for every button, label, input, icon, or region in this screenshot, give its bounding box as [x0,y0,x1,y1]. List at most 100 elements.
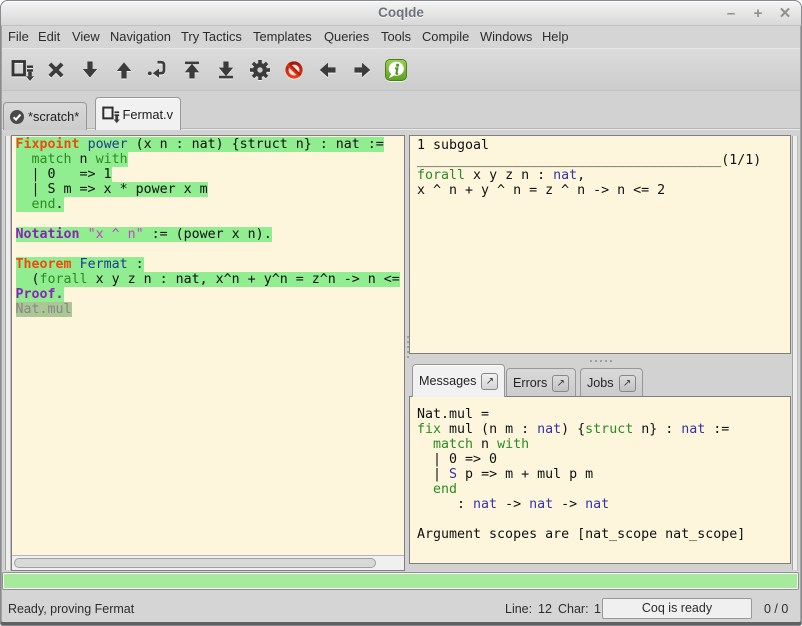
script-hscrollbar-thumb[interactable] [14,558,376,568]
about-button[interactable] [379,52,413,88]
script-pane[interactable]: Fixpoint power (x n : nat) {struct n} : … [11,135,405,571]
go-to-end-button[interactable] [209,52,243,88]
horizontal-splitter[interactable] [590,360,612,362]
toolbar [2,48,800,91]
go-to-start-icon [181,59,203,81]
tab-messages[interactable]: Messages ↗ [412,364,505,397]
line-label: Line: [505,602,532,616]
fully-check-button[interactable] [243,52,277,88]
tab-jobs[interactable]: Jobs ↗ [580,368,643,397]
code-line: | S p => m + mul p m [417,467,790,482]
step-up-icon [113,59,135,81]
code-line: | 0 => 0 [417,452,790,467]
menu-item-navigation[interactable]: Navigation [110,26,171,48]
menu-item-compile[interactable]: Compile [422,26,469,48]
char-value: 1 [594,602,601,616]
arrow-left-icon [317,59,339,81]
menu-item-edit[interactable]: Edit [38,26,60,48]
code-line: : nat -> nat -> nat [417,497,790,512]
code-line: Notation "x ^ n" := (power x n). [16,227,405,242]
goal-pane[interactable]: 1 subgoal_______________________________… [409,135,791,354]
tab-row: *scratch* Fermat.v [2,91,800,130]
tab-scratch[interactable]: *scratch* [3,102,87,130]
code-line: forall x y z n : nat, [417,168,790,183]
info-bubble-icon [384,58,408,82]
code-line: Fixpoint power (x n : nat) {struct n} : … [16,137,405,152]
tab-fermat[interactable]: Fermat.v [95,97,181,130]
tab-label: *scratch* [28,109,79,124]
go-to-cursor-button[interactable] [141,52,175,88]
menu-bar: File Edit View Navigation Try Tactics Templat… [2,26,800,48]
step-down-icon [79,59,101,81]
code-line: (forall x y z n : nat, x^n + y^n = z^n -… [16,272,405,287]
messages-pane[interactable]: Nat.mul =fix mul (n m : nat) {struct n} … [409,396,791,564]
code-line [417,512,790,527]
save-page-icon [101,105,120,124]
menu-item-templates[interactable]: Templates [253,26,312,48]
window-title: CoqIde [1,5,801,20]
code-line: Proof. [16,287,405,302]
tab-errors[interactable]: Errors ↗ [506,368,576,397]
char-label: Char: [558,602,589,616]
tab-label: Fermat.v [123,107,173,122]
code-line: x ^ n + y ^ n = z ^ n -> n <= 2 [417,183,790,198]
maximize-button[interactable]: + [750,6,766,22]
code-line: Nat.mul = [417,407,790,422]
code-line: fix mul (n m : nat) {struct n} : nat := [417,422,790,437]
code-line [16,212,405,227]
close-x-icon [45,59,67,81]
interrupt-button[interactable] [277,52,311,88]
detach-jobs-button[interactable]: ↗ [619,375,636,392]
status-bar: Ready, proving Fermat Line: 12 Char: 1 C… [2,591,800,622]
check-circle-icon [9,109,25,125]
task-counter: 0 / 0 [764,602,788,616]
code-line: Nat.mul [16,302,405,317]
detach-messages-button[interactable]: ↗ [481,373,498,390]
progress-bar [2,572,799,590]
previous-button[interactable] [311,52,345,88]
menu-item-file[interactable]: File [8,26,29,48]
restart-button[interactable] [175,52,209,88]
tab-label: Errors [513,376,547,390]
code-line: ______________________________________(1… [417,153,790,168]
minimize-button[interactable]: – [723,6,739,22]
coqide-window: CoqIde – + ✕ File Edit View Navigation Try T… [0,0,802,626]
detach-errors-button[interactable]: ↗ [552,375,569,392]
code-line: end. [16,197,405,212]
menu-item-windows[interactable]: Windows [480,26,532,48]
code-line: match n with [16,152,405,167]
goto-cursor-icon [147,59,169,81]
next-button[interactable] [345,52,379,88]
tab-label: Jobs [587,376,614,390]
backward-step-button[interactable] [107,52,141,88]
line-value: 12 [538,602,552,616]
right-vscrollbar[interactable] [792,136,798,570]
main-area: Fixpoint power (x n : nat) {struct n} : … [2,130,800,571]
menu-item-try-tactics[interactable]: Try Tactics [181,26,242,48]
forward-step-button[interactable] [73,52,107,88]
save-icon [10,58,34,82]
gear-icon [248,58,272,82]
menu-item-view[interactable]: View [72,26,100,48]
code-line [16,242,405,257]
status-message: Ready, proving Fermat [8,602,134,616]
stop-icon [283,59,305,81]
menu-item-queries[interactable]: Queries [324,26,369,48]
coq-status-indicator: Coq is ready [602,598,752,619]
code-line: end [417,482,790,497]
code-line: 1 subgoal [417,138,790,153]
tab-label: Messages [419,374,476,388]
code-line: Argument scopes are [nat_scope nat_scope… [417,527,790,542]
close-buffer-button[interactable] [39,52,73,88]
title-bar[interactable]: CoqIde – + ✕ [1,1,801,26]
arrow-right-icon [351,59,373,81]
go-to-end-icon [215,59,237,81]
script-hscrollbar[interactable] [12,555,404,570]
code-line: match n with [417,437,790,452]
close-button[interactable]: ✕ [777,6,793,22]
menu-item-tools[interactable]: Tools [381,26,411,48]
menu-item-help[interactable]: Help [542,26,569,48]
code-line: | 0 => 1 [16,167,405,182]
save-button[interactable] [5,52,39,88]
code-line: Theorem Fermat : [16,257,405,272]
